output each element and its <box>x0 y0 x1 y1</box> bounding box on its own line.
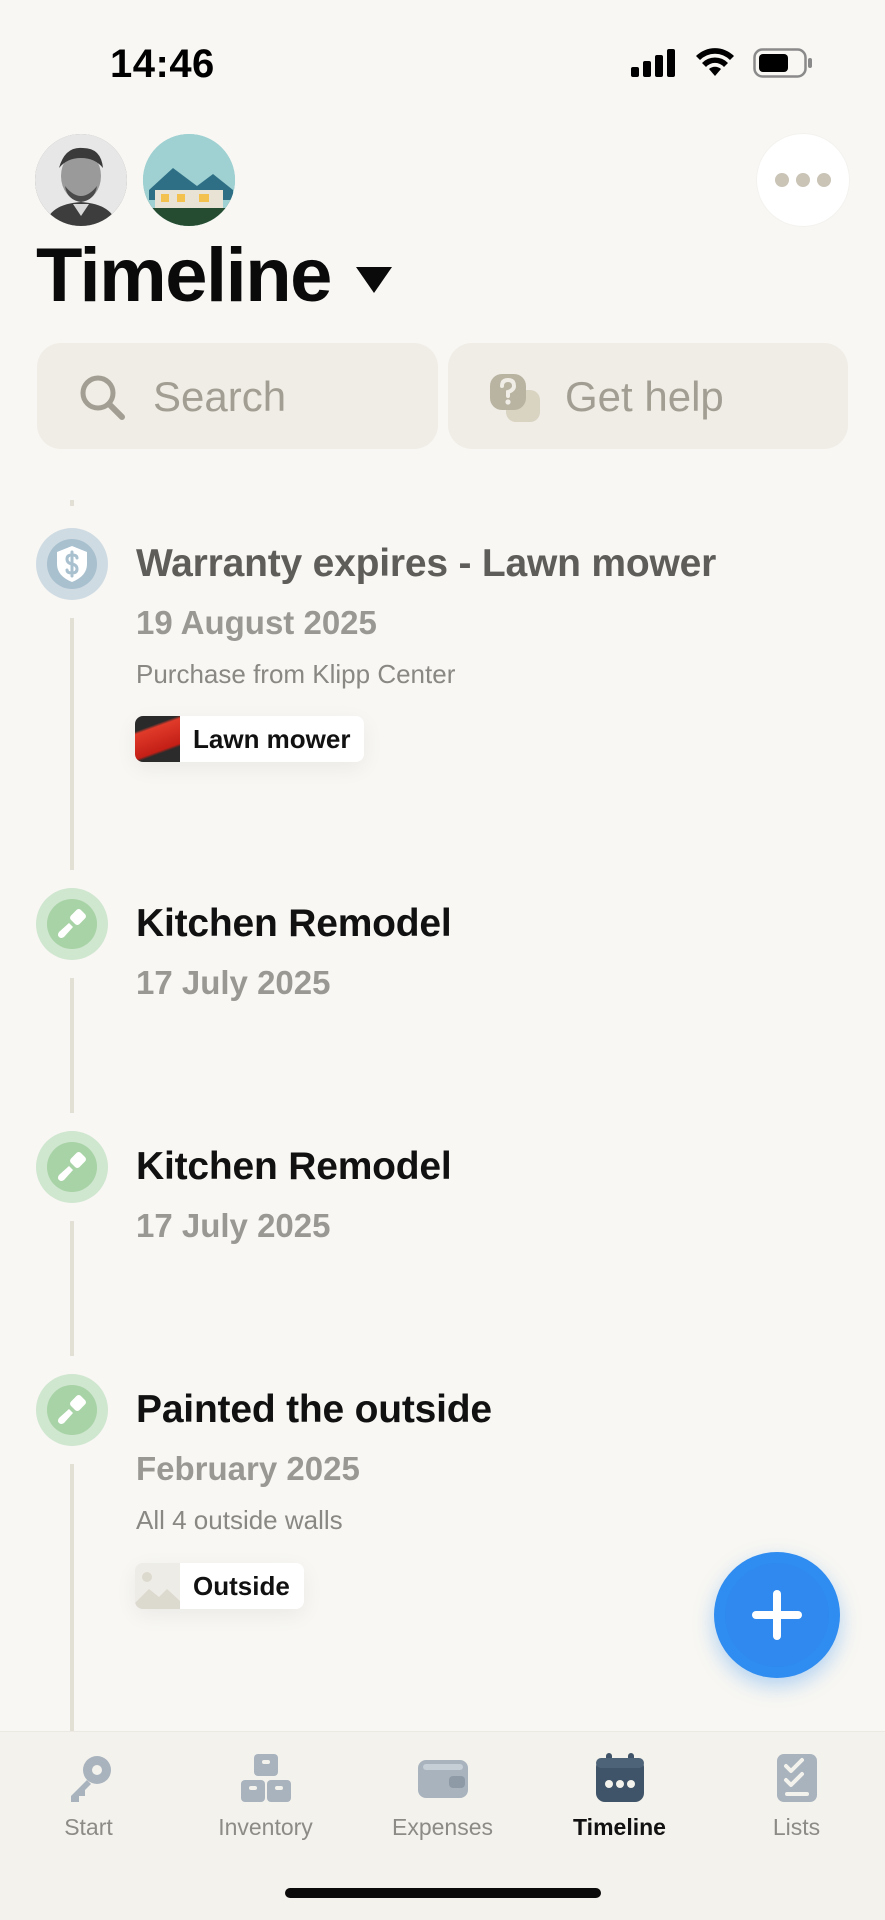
wallet-icon <box>417 1760 468 1798</box>
entry-description: All 4 outside walls <box>136 1505 343 1535</box>
timeline-connector <box>70 1221 74 1356</box>
search-icon <box>80 375 125 420</box>
search-label: Search <box>153 373 287 420</box>
key-icon <box>70 1756 111 1802</box>
project-node <box>36 1131 108 1203</box>
plus-icon <box>752 1590 802 1640</box>
image-placeholder-icon <box>135 1563 180 1609</box>
cellular-signal-icon <box>631 49 675 77</box>
paintbrush-icon <box>58 1152 86 1181</box>
boxes-icon <box>240 1754 291 1802</box>
tab-timeline[interactable]: Timeline <box>531 1748 708 1841</box>
entry-date: 17 July 2025 <box>136 964 331 1001</box>
entry-date: 17 July 2025 <box>136 1207 331 1244</box>
house-photo <box>143 134 235 226</box>
status-time: 14:46 <box>110 42 215 86</box>
status-icons <box>631 48 813 78</box>
tag-label: Outside <box>193 1570 290 1601</box>
tab-lists[interactable]: Lists <box>708 1748 885 1841</box>
checklist-icon <box>776 1754 817 1802</box>
tab-expenses[interactable]: Expenses <box>354 1748 531 1841</box>
person-photo <box>35 134 127 226</box>
tab-label: Start <box>64 1814 113 1840</box>
warranty-node <box>36 528 108 600</box>
add-entry-button[interactable] <box>714 1552 840 1678</box>
wifi-icon <box>696 48 734 76</box>
timeline-connector <box>70 618 74 870</box>
project-node <box>36 888 108 960</box>
more-dot-icon <box>775 173 789 187</box>
status-bar: 14:46 <box>0 0 885 120</box>
user-avatar[interactable] <box>35 134 127 226</box>
search-field[interactable]: Search <box>37 343 438 449</box>
tab-label: Timeline <box>573 1814 666 1840</box>
entry-title[interactable]: Painted the outside <box>136 1388 492 1432</box>
tab-label: Inventory <box>218 1814 313 1840</box>
get-help-button[interactable]: Get help <box>448 343 848 449</box>
more-dot-icon <box>817 173 831 187</box>
help-label: Get help <box>565 373 724 420</box>
shield-dollar-icon <box>57 546 87 582</box>
item-tag[interactable]: Lawn mower <box>135 716 365 762</box>
tag-label: Lawn mower <box>193 723 351 754</box>
tab-start[interactable]: Start <box>0 1748 177 1841</box>
paintbrush-icon <box>58 909 86 938</box>
home-indicator[interactable] <box>285 1888 601 1898</box>
home-avatar[interactable] <box>143 134 235 226</box>
lawn-mower-thumbnail <box>135 716 180 762</box>
help-chat-icon <box>490 374 540 422</box>
tab-inventory[interactable]: Inventory <box>177 1748 354 1841</box>
page-title[interactable]: Timeline <box>36 232 332 319</box>
entry-title[interactable]: Kitchen Remodel <box>136 902 452 946</box>
entry-date: 19 August 2025 <box>136 604 377 641</box>
paintbrush-icon <box>58 1395 86 1424</box>
entry-title[interactable]: Kitchen Remodel <box>136 1145 452 1189</box>
entry-description: Purchase from Klipp Center <box>136 659 456 689</box>
caret-down-icon[interactable] <box>354 265 394 295</box>
tab-label: Lists <box>772 1814 821 1840</box>
entry-date: February 2025 <box>136 1450 360 1487</box>
calendar-icon <box>595 1753 644 1802</box>
item-tag[interactable]: Outside <box>135 1563 304 1609</box>
battery-icon <box>753 48 812 78</box>
entry-title[interactable]: Warranty expires - Lawn mower <box>136 542 716 586</box>
timeline-connector <box>70 978 74 1113</box>
timeline-connector <box>70 500 74 506</box>
more-options-button[interactable] <box>757 134 849 226</box>
tab-label: Expenses <box>391 1814 493 1840</box>
timeline-connector <box>70 1464 74 1734</box>
more-dot-icon <box>796 173 810 187</box>
project-node <box>36 1374 108 1446</box>
